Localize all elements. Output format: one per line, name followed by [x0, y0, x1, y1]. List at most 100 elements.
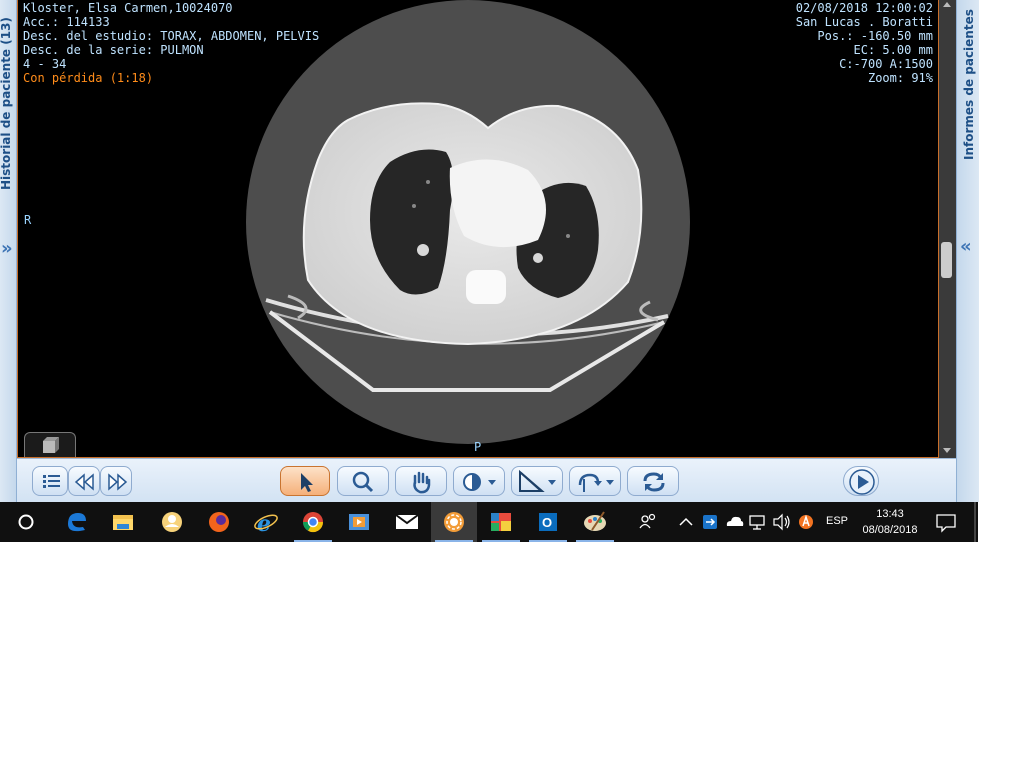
taskbar-edge[interactable]: [54, 502, 100, 542]
show-hidden-icons-button[interactable]: [674, 502, 698, 542]
tray-onedrive[interactable]: [722, 502, 746, 542]
patient-name: Kloster, Elsa Carmen,10024070: [23, 1, 233, 15]
pointer-tool-button[interactable]: [280, 466, 330, 496]
taskbar-dicom-viewer[interactable]: [431, 502, 477, 542]
teamviewer-icon: [703, 515, 717, 529]
reset-button[interactable]: [627, 466, 679, 496]
show-desktop-strip[interactable]: [974, 502, 976, 542]
next-series-icon: [108, 473, 128, 491]
cine-play-icon: [849, 469, 875, 495]
3d-cube-button[interactable]: [24, 432, 76, 457]
overlay-top-right: 02/08/2018 12:00:02 San Lucas . Boratti …: [796, 1, 933, 85]
tray-network[interactable]: [746, 502, 770, 542]
taskbar-mail[interactable]: [384, 502, 430, 542]
chrome-icon: [302, 512, 324, 533]
svg-text:e: e: [257, 511, 271, 537]
notifications-icon: [936, 514, 956, 533]
start-circle-icon: [18, 514, 34, 530]
clock-time: 13:43: [876, 508, 904, 520]
window-level-button[interactable]: [453, 466, 505, 496]
color-palette-app-icon: [491, 513, 511, 531]
pointer-tool-icon: [301, 473, 313, 492]
firefox-icon: [209, 512, 229, 532]
taskbar-internet-explorer[interactable]: e: [243, 502, 289, 542]
slice-scrollbar[interactable]: [939, 0, 956, 458]
file-explorer-icon: [113, 515, 133, 530]
outlook-icon: O: [539, 513, 557, 531]
patient-history-panel[interactable]: Historial de paciente (13) »: [0, 0, 17, 502]
orientation-right-label: R: [24, 213, 32, 227]
series-list-icon: [43, 475, 60, 488]
mail-icon: [395, 514, 419, 529]
scrollbar-thumb[interactable]: [941, 242, 952, 278]
taskbar-outlook[interactable]: O: [525, 502, 571, 542]
pan-tool-button[interactable]: [395, 466, 447, 496]
zoom-level: Zoom: 91%: [867, 71, 933, 85]
overlay-top-left: Kloster, Elsa Carmen,10024070 Acc.: 1141…: [23, 1, 319, 85]
taskbar-firefox[interactable]: [196, 502, 242, 542]
active-indicator: [294, 540, 332, 542]
window-level-icon: [463, 473, 496, 491]
people-tray-icon: [639, 513, 656, 529]
orientation-posterior-label: P: [474, 440, 482, 454]
compression-status: Con pérdida (1:18): [23, 71, 154, 85]
viewer-toolbar: [17, 458, 956, 503]
input-language[interactable]: ESP: [826, 515, 848, 527]
active-indicator: [482, 540, 520, 542]
tray-teamviewer[interactable]: [698, 502, 722, 542]
taskbar-color-app[interactable]: [478, 502, 524, 542]
avast-icon: [799, 514, 813, 529]
taskbar-paint[interactable]: [572, 502, 618, 542]
series-list-button[interactable]: [32, 466, 68, 496]
patient-reports-panel[interactable]: Informes de pacientes «: [956, 0, 979, 502]
active-indicator: [529, 540, 567, 542]
image-index: 4 - 34: [23, 57, 67, 71]
rotate-flip-button[interactable]: [569, 466, 621, 496]
onedrive-icon: [726, 516, 744, 526]
taskbar-people-app[interactable]: [149, 502, 195, 542]
previous-series-button[interactable]: [68, 466, 100, 496]
zoom-tool-icon: [352, 471, 374, 493]
people-tray-button[interactable]: [628, 502, 668, 542]
clock-date: 08/08/2018: [862, 524, 918, 536]
study-datetime: 02/08/2018 12:00:02: [795, 1, 933, 15]
expand-right-icon[interactable]: «: [960, 236, 972, 257]
slice-position: Pos.: -160.50 mm: [817, 29, 933, 43]
internet-explorer-icon: e: [254, 511, 278, 537]
windows-taskbar: e O ESP 13:43 08/08/2018: [0, 502, 978, 542]
dicom-viewer-icon: [444, 512, 464, 532]
patient-reports-title[interactable]: Informes de pacientes: [962, 9, 976, 160]
network-icon: [749, 515, 765, 530]
people-app-icon: [162, 512, 182, 532]
image-viewport[interactable]: Kloster, Elsa Carmen,10024070 Acc.: 1141…: [17, 0, 939, 458]
scroll-down-arrow[interactable]: [943, 448, 951, 453]
reset-refresh-icon: [643, 472, 665, 492]
start-button[interactable]: [4, 502, 50, 542]
active-indicator: [435, 540, 473, 542]
tray-volume[interactable]: [770, 502, 794, 542]
tray-avast[interactable]: [794, 502, 818, 542]
prev-series-icon: [74, 473, 94, 491]
taskbar-media-player[interactable]: [336, 502, 382, 542]
measure-tool-button[interactable]: [511, 466, 563, 496]
pan-hand-icon: [413, 471, 431, 494]
institution-name: San Lucas . Boratti: [795, 15, 933, 29]
volume-icon: [773, 513, 790, 531]
rotate-flip-icon: [578, 473, 614, 492]
series-description: Desc. de la serie: PULMON: [23, 43, 204, 57]
taskbar-file-explorer[interactable]: [100, 502, 146, 542]
accession-number: Acc.: 114133: [23, 15, 110, 29]
action-center-button[interactable]: [928, 502, 964, 542]
taskbar-chrome[interactable]: [290, 502, 336, 542]
cine-play-button[interactable]: [843, 466, 879, 496]
window-level: C:-700 A:1500: [839, 57, 933, 71]
next-series-button[interactable]: [100, 466, 132, 496]
scroll-up-arrow[interactable]: [943, 2, 951, 7]
clock[interactable]: 13:43 08/08/2018: [852, 506, 928, 538]
zoom-tool-button[interactable]: [337, 466, 389, 496]
measure-tool-icon: [519, 469, 556, 492]
patient-history-title[interactable]: Historial de paciente (13): [0, 0, 13, 190]
chevron-up-icon: [679, 517, 693, 526]
expand-left-icon[interactable]: »: [1, 238, 13, 259]
cube-icon: [43, 437, 59, 453]
